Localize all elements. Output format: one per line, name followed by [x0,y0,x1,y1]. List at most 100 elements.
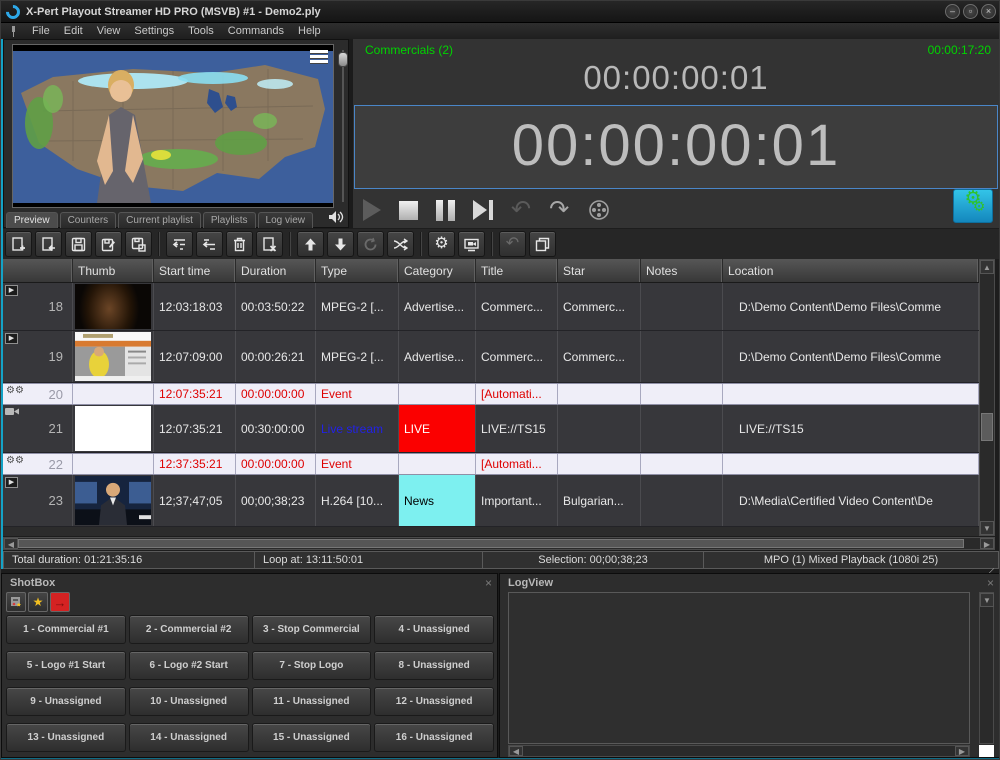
scroll-right-icon[interactable]: ▶ [955,746,969,756]
scroll-left-icon[interactable]: ◀ [509,746,523,756]
scrollbar-thumb[interactable] [18,539,964,548]
shotbox-button-13[interactable]: 13 - Unassigned [6,723,126,752]
insert-after-button[interactable] [196,231,223,257]
delete-button[interactable] [226,231,253,257]
tab-counters[interactable]: Counters [60,212,117,228]
volume-knob[interactable] [338,52,348,67]
shotbox-button-8[interactable]: 8 - Unassigned [374,651,494,680]
scroll-left-icon[interactable]: ◀ [4,538,18,549]
table-row-event[interactable]: ⚙⚙20 12:07:35:21 00:00:00:00 Event [Auto… [3,383,979,405]
log-content[interactable] [508,592,970,744]
insert-before-button[interactable] [166,231,193,257]
shotbox-button-9[interactable]: 9 - Unassigned [6,687,126,716]
col-icon[interactable] [3,259,73,282]
col-thumb[interactable]: Thumb [73,259,154,282]
move-down-button[interactable] [327,231,354,257]
undo-icon[interactable]: ↶ [511,198,531,222]
speaker-icon[interactable] [328,210,344,224]
col-title[interactable]: Title [476,259,558,282]
table-row[interactable]: ▶19 12:07:09:00 00:00:26:21 M [3,331,979,383]
col-notes[interactable]: Notes [641,259,723,282]
shotbox-assign-button[interactable] [6,592,26,612]
scroll-down-icon[interactable]: ▼ [980,593,994,607]
shotbox-button-3[interactable]: 3 - Stop Commercial [252,615,372,644]
tab-preview[interactable]: Preview [6,212,58,228]
add-item-button[interactable] [5,231,32,257]
film-reel-icon[interactable] [587,198,611,222]
shotbox-button-15[interactable]: 15 - Unassigned [252,723,372,752]
pause-icon[interactable] [436,200,455,221]
play-icon[interactable] [363,199,381,221]
shotbox-close-icon[interactable]: × [485,576,492,590]
capture-button[interactable] [458,231,485,257]
duplicate-button[interactable] [529,231,556,257]
table-row[interactable]: 21 12:07:35:21 00:30:00:00 Live stream L… [3,405,979,453]
col-type[interactable]: Type [316,259,399,282]
cell-category-live: LIVE [399,405,476,452]
minimize-button[interactable]: – [945,4,960,19]
shotbox-button-11[interactable]: 11 - Unassigned [252,687,372,716]
shotbox-button-1[interactable]: 1 - Commercial #1 [6,615,126,644]
scroll-down-icon[interactable]: ▼ [980,521,994,535]
volume-track[interactable] [342,50,344,202]
menu-edit[interactable]: Edit [64,25,83,37]
tab-current-playlist[interactable]: Current playlist [118,212,201,228]
log-horizontal-scrollbar[interactable]: ◀ ▶ [508,745,970,757]
star-icon: ★ [33,595,44,609]
playlist-horizontal-scrollbar[interactable]: ◀ ▶ [3,537,995,550]
col-duration[interactable]: Duration [236,259,316,282]
menu-file[interactable]: File [32,25,50,37]
scrollbar-thumb[interactable] [981,413,993,441]
stop-icon[interactable] [399,201,418,220]
logview-close-icon[interactable]: × [987,576,994,590]
scroll-up-icon[interactable]: ▲ [980,260,994,274]
shotbox-button-5[interactable]: 5 - Logo #1 Start [6,651,126,680]
tab-playlists[interactable]: Playlists [203,212,256,228]
undo-toolbar-button[interactable]: ↶ [499,231,526,257]
shotbox-button-7[interactable]: 7 - Stop Logo [252,651,372,680]
import-item-button[interactable] [35,231,62,257]
next-icon[interactable] [473,200,493,220]
menu-view[interactable]: View [97,25,121,37]
menu-settings[interactable]: Settings [134,25,174,37]
shotbox-button-4[interactable]: 4 - Unassigned [374,615,494,644]
menu-commands[interactable]: Commands [228,25,284,37]
shotbox-button-10[interactable]: 10 - Unassigned [129,687,249,716]
menu-tools[interactable]: Tools [188,25,214,37]
shotbox-trigger-button[interactable]: → [50,592,70,612]
menu-help[interactable]: Help [298,25,321,37]
settings-button[interactable]: ⚙ [428,231,455,257]
volume-slider[interactable] [338,46,348,206]
scroll-right-icon[interactable]: ▶ [980,538,994,549]
cell-location: D:\Media\Certified Video Content\De [723,475,979,526]
table-row[interactable]: ▶23 12;37;47;05 00;00;38;23 H.264 [10...… [3,475,979,527]
maximize-button[interactable]: ▫ [963,4,978,19]
col-category[interactable]: Category [399,259,476,282]
video-menu-icon[interactable] [310,50,328,64]
cell-category [399,384,476,404]
table-row-event[interactable]: ⚙⚙22 12:37:35:21 00:00:00:00 Event [Auto… [3,453,979,475]
col-star[interactable]: Star [558,259,641,282]
automation-gears-button[interactable]: ⚙ ⚙ [953,189,993,223]
col-location[interactable]: Location [723,259,979,282]
reload-button[interactable] [357,231,384,257]
shotbox-button-14[interactable]: 14 - Unassigned [129,723,249,752]
shotbox-star-button[interactable]: ★ [28,592,48,612]
log-vertical-scrollbar[interactable]: ▲ ▼ [979,592,994,744]
save-button[interactable] [65,231,92,257]
remove-item-button[interactable] [256,231,283,257]
save-copy-button[interactable] [125,231,152,257]
tab-log-view[interactable]: Log view [258,212,313,228]
shotbox-button-6[interactable]: 6 - Logo #2 Start [129,651,249,680]
save-as-button[interactable] [95,231,122,257]
col-start-time[interactable]: Start time [154,259,236,282]
move-up-button[interactable] [297,231,324,257]
table-row[interactable]: ▶18 12:03:18:03 00:03:50:22 MPEG-2 [... … [3,283,979,331]
shotbox-button-12[interactable]: 12 - Unassigned [374,687,494,716]
redo-icon[interactable]: ↷ [549,198,569,222]
playlist-vertical-scrollbar[interactable]: ▲ ▼ [979,259,995,536]
shotbox-button-2[interactable]: 2 - Commercial #2 [129,615,249,644]
close-button[interactable]: × [981,4,996,19]
shuffle-button[interactable] [387,231,414,257]
shotbox-button-16[interactable]: 16 - Unassigned [374,723,494,752]
